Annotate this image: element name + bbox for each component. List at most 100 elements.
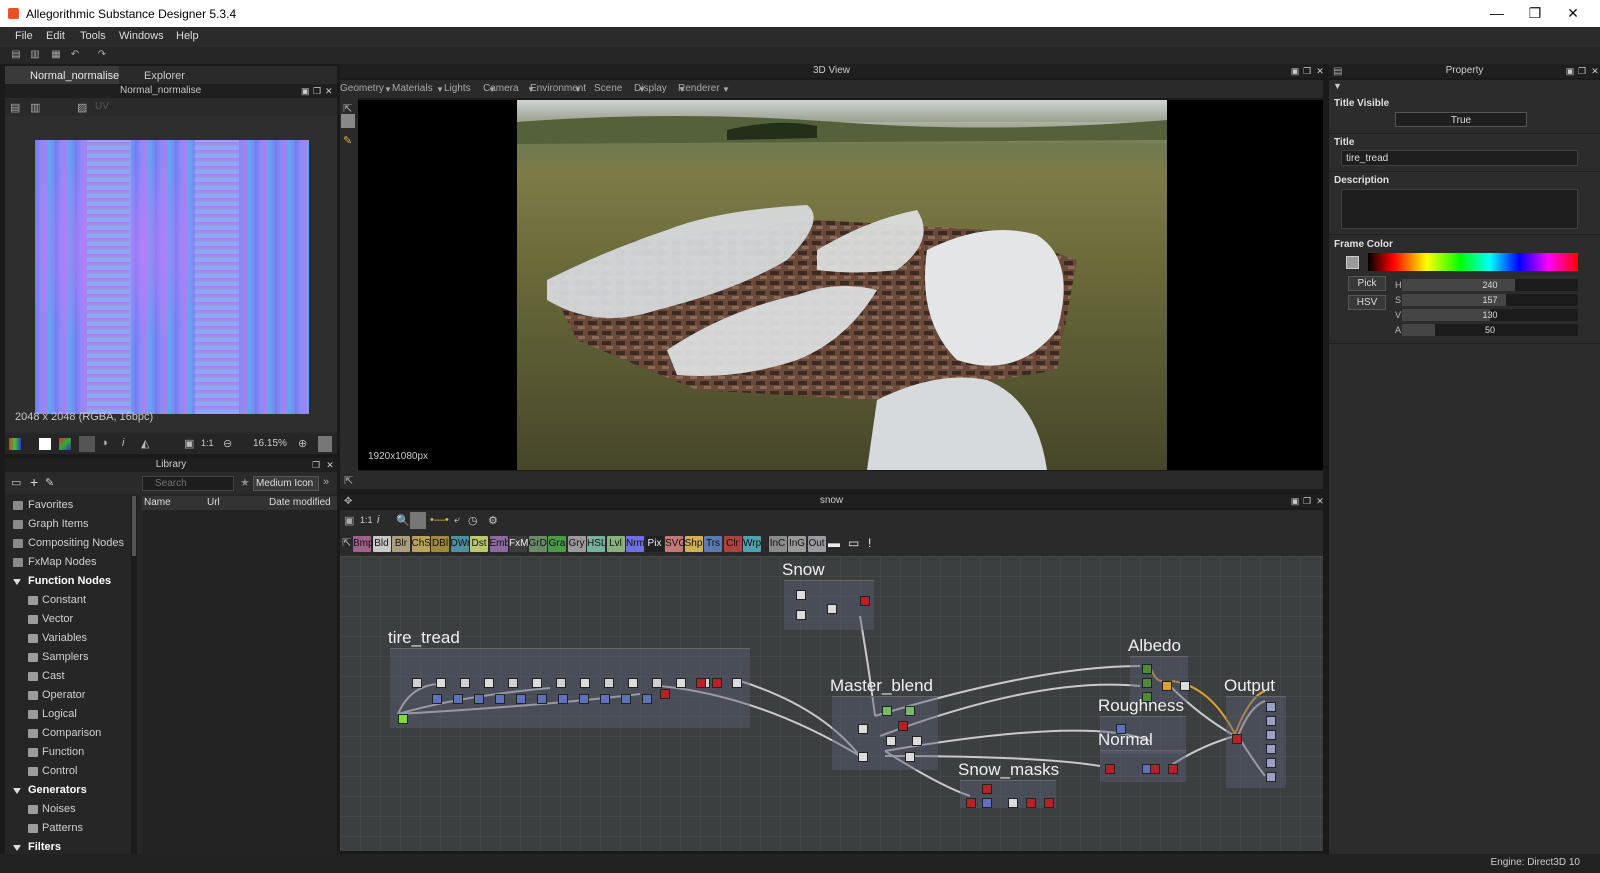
graph-node[interactable] <box>712 678 722 688</box>
graph-node[interactable] <box>696 678 706 688</box>
graph-node[interactable] <box>676 678 686 688</box>
atomic-node-button[interactable]: Lvl <box>606 536 625 552</box>
graph-node[interactable] <box>628 678 638 688</box>
graph-node[interactable] <box>982 784 992 794</box>
v-slider[interactable]: 130 <box>1402 309 1578 321</box>
graph-node[interactable] <box>1142 678 1152 688</box>
graph-node[interactable] <box>982 798 992 808</box>
lock-icon[interactable] <box>318 436 332 452</box>
dropdown-arrow-icon[interactable]: ▼ <box>384 85 392 94</box>
graph-node[interactable] <box>432 694 442 704</box>
atomic-node-button[interactable]: Shp <box>684 536 703 552</box>
graph-node[interactable] <box>796 610 806 620</box>
library-item[interactable]: Function Nodes <box>8 572 130 591</box>
atomic-node-button[interactable]: Gra <box>548 536 566 552</box>
pin-icon[interactable]: ▣ <box>1290 496 1300 506</box>
atomic-node-button[interactable]: GrD <box>528 536 547 552</box>
graph-node[interactable] <box>827 604 837 614</box>
graph-node[interactable] <box>796 590 806 600</box>
atomic-node-button[interactable]: SVG <box>665 536 686 552</box>
library-item[interactable]: Constant <box>8 591 130 610</box>
graph-frame[interactable] <box>390 648 750 728</box>
brush-icon[interactable]: ✎ <box>343 134 352 147</box>
float-icon[interactable]: ❐ <box>1302 66 1312 76</box>
view3d-menu-item[interactable]: Lights <box>444 83 471 94</box>
s-slider[interactable]: 157 <box>1402 294 1578 306</box>
zoom-in-icon[interactable]: ⊕ <box>298 437 307 450</box>
graph-node[interactable] <box>642 694 652 704</box>
library-item[interactable]: Noises <box>8 800 130 819</box>
link-style-icon[interactable]: •—• <box>430 514 449 526</box>
expand-icon[interactable]: ⇱ <box>344 474 353 487</box>
graph-node[interactable] <box>1026 798 1036 808</box>
color-icon[interactable] <box>59 438 71 450</box>
graph-node[interactable] <box>1266 758 1276 768</box>
close-panel-icon[interactable]: ✕ <box>1315 66 1325 76</box>
graph-node[interactable] <box>516 694 526 704</box>
graph-canvas[interactable]: Snow tire_tread Master_blend Snow_masks Albe… <box>340 556 1323 851</box>
library-item[interactable]: Vector <box>8 610 130 629</box>
atomic-node-button[interactable]: Out <box>807 536 826 552</box>
float-icon[interactable]: ❐ <box>313 86 323 96</box>
col-date[interactable]: Date modified <box>269 497 331 508</box>
view3d-menu-item[interactable]: Materials <box>392 83 433 94</box>
graph-node[interactable] <box>1266 716 1276 726</box>
atomic-node-button[interactable]: Gry <box>567 536 586 552</box>
library-item[interactable]: Operator <box>8 686 130 705</box>
graph-node[interactable] <box>436 678 446 688</box>
ratio-button[interactable]: 1:1 <box>360 515 373 525</box>
close-panel-icon[interactable]: ✕ <box>1590 66 1600 76</box>
graph-node[interactable] <box>1044 798 1054 808</box>
pick-button[interactable]: Pick <box>1348 276 1386 291</box>
viewer2d[interactable]: ▤ ▥ ▨ UV <box>5 98 337 432</box>
graph-node[interactable] <box>398 714 408 724</box>
comment-icon[interactable]: ▬ <box>828 536 840 550</box>
view3d-menu-item[interactable]: Geometry <box>340 83 384 94</box>
menu-file[interactable]: File <box>15 30 33 42</box>
atomic-node-button[interactable]: Blr <box>392 536 410 552</box>
graph-node[interactable] <box>858 752 868 762</box>
title-visible-toggle[interactable]: True <box>1395 112 1527 127</box>
graph-node[interactable] <box>1142 664 1152 674</box>
view3d-menu-item[interactable]: Display <box>634 83 667 94</box>
hsv-button[interactable]: HSV <box>1348 295 1386 310</box>
view3d-menu-item[interactable]: Renderer <box>678 83 720 94</box>
graph-node[interactable] <box>484 678 494 688</box>
library-item[interactable]: Filters <box>8 838 130 854</box>
align-icon[interactable]: ⤶ <box>454 514 460 527</box>
expand-icon[interactable]: » <box>323 476 329 488</box>
view3d-viewport[interactable] <box>358 100 1323 470</box>
rgb-channels-icon[interactable] <box>9 438 21 450</box>
atomic-node-button[interactable]: InG <box>788 536 806 552</box>
histogram-icon[interactable]: ◭ <box>141 437 149 450</box>
library-item[interactable]: Logical <box>8 705 130 724</box>
uv-label[interactable]: UV <box>95 101 109 112</box>
graph-node[interactable] <box>604 678 614 688</box>
graph-node[interactable] <box>905 752 915 762</box>
dropdown-arrow-icon[interactable]: ▼ <box>722 85 730 94</box>
graph-node[interactable] <box>532 678 542 688</box>
view3d-menu-item[interactable]: Camera <box>483 83 519 94</box>
atomic-node-button[interactable]: Dst <box>470 536 488 552</box>
gear-icon[interactable]: ⚙ <box>488 514 498 527</box>
open-icon[interactable]: ▥ <box>29 49 41 61</box>
atomic-node-button[interactable]: Emb <box>489 536 510 552</box>
graph-node[interactable] <box>579 694 589 704</box>
graph-node[interactable] <box>886 736 896 746</box>
menu-help[interactable]: Help <box>176 30 199 42</box>
pin-icon[interactable]: ▣ <box>1565 66 1575 76</box>
tab-normal-normalise[interactable]: Normal_normalise <box>5 66 119 86</box>
library-item[interactable]: Generators <box>8 781 130 800</box>
save-icon[interactable]: ▦ <box>50 49 62 61</box>
graph-node[interactable] <box>1266 744 1276 754</box>
new-icon[interactable]: ▤ <box>10 49 22 61</box>
minimize-button[interactable]: — <box>1480 3 1514 23</box>
graph-node[interactable] <box>460 678 470 688</box>
color-swatch[interactable] <box>1346 256 1359 269</box>
menu-edit[interactable]: Edit <box>46 30 65 42</box>
graph-node[interactable] <box>858 724 868 734</box>
library-item[interactable]: Control <box>8 762 130 781</box>
graph-node[interactable] <box>621 694 631 704</box>
redo-icon[interactable]: ↷ <box>96 49 108 61</box>
library-item[interactable]: Favorites <box>8 496 130 515</box>
